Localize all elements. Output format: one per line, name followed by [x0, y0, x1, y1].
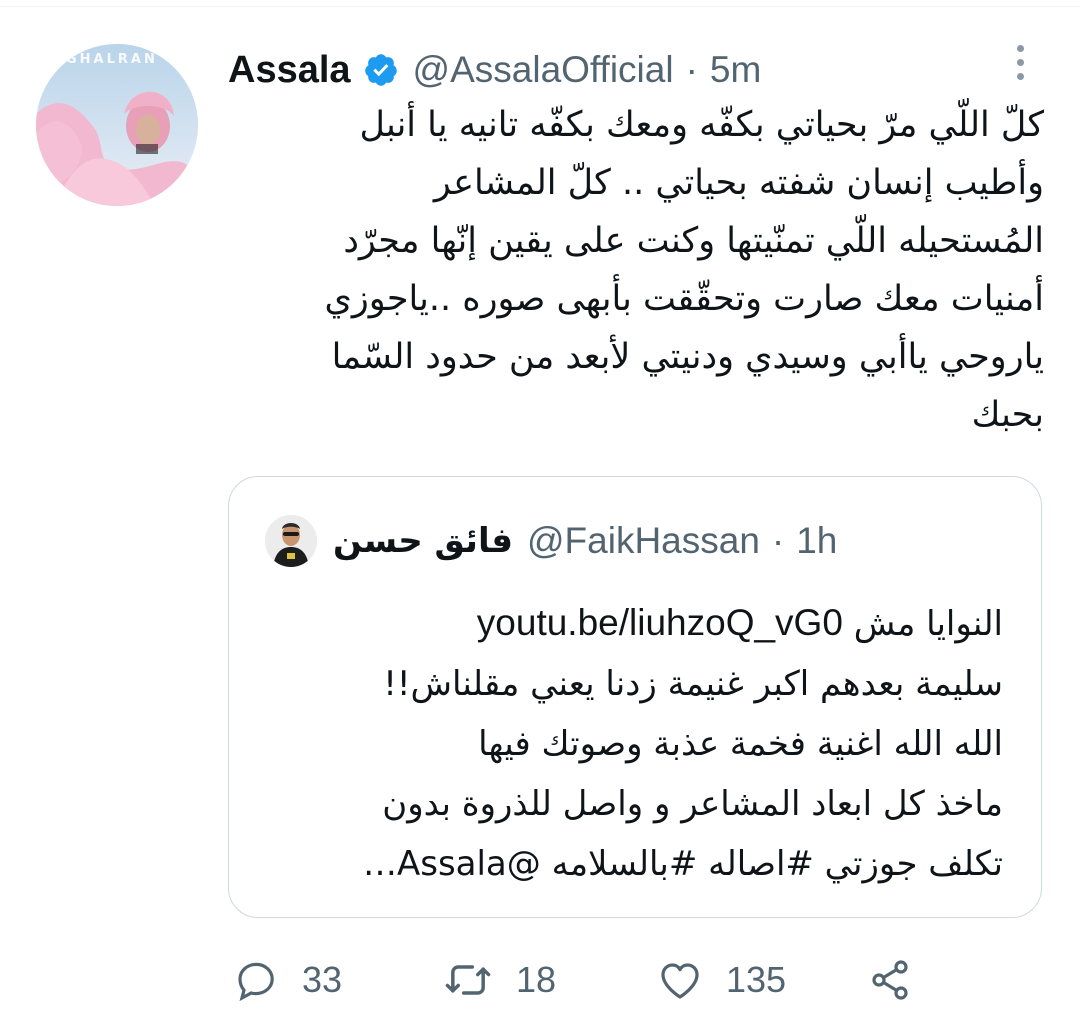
top-divider: [0, 6, 1080, 7]
quoted-tweet[interactable]: فائق حسن @FaikHassan · 1h النوايا مش you…: [228, 476, 1042, 918]
quoted-text-body: سليمة بعدهم اكبر غنيمة زدنا يعني مقلناش!…: [362, 664, 1003, 884]
retweet-icon: [445, 965, 491, 995]
author-name[interactable]: Assala: [228, 49, 351, 92]
quoted-tweet-text: النوايا مش youtu.be/liuhzoQ_vG0 سليمة بع…: [263, 593, 1003, 894]
share-icon: [872, 960, 908, 1000]
quoted-separator: ·: [771, 520, 785, 561]
quoted-link[interactable]: youtu.be/liuhzoQ_vG0: [477, 602, 843, 643]
tweet-time[interactable]: 5m: [710, 49, 761, 91]
header-separator: ·: [685, 49, 698, 90]
tweet-text: كلّ اللّي مرّ بحياتي بكفّه ومعك بكفّه تا…: [324, 105, 1045, 435]
share-button[interactable]: [866, 952, 914, 1008]
heart-icon: [661, 963, 699, 999]
tweet-actions: 33 18 135: [232, 952, 932, 1008]
quoted-text-lead: النوايا مش: [853, 604, 1003, 644]
like-count: 135: [726, 959, 787, 1000]
reply-button[interactable]: 33: [232, 952, 342, 1008]
quoted-time[interactable]: 1h: [796, 520, 837, 562]
tweet-header: Assala @AssalaOfficial · 5m: [228, 44, 761, 96]
quoted-author-handle[interactable]: @FaikHassan: [527, 520, 760, 562]
verified-badge-icon: [363, 52, 399, 88]
like-button[interactable]: 135: [656, 952, 786, 1008]
quoted-author-avatar[interactable]: [265, 515, 317, 567]
avatar-label: GHALRAN: [66, 52, 158, 67]
quoted-author-name[interactable]: فائق حسن: [333, 521, 513, 561]
author-avatar-image: [36, 44, 198, 206]
reply-icon: [238, 962, 274, 1002]
retweet-button[interactable]: 18: [442, 952, 556, 1008]
retweet-count: 18: [516, 959, 557, 1000]
author-avatar[interactable]: [36, 44, 198, 206]
quoted-tweet-header: فائق حسن @FaikHassan · 1h: [265, 515, 837, 567]
reply-count: 33: [302, 959, 343, 1000]
more-options-icon[interactable]: [1002, 40, 1038, 84]
author-handle[interactable]: @AssalaOfficial: [413, 49, 674, 91]
